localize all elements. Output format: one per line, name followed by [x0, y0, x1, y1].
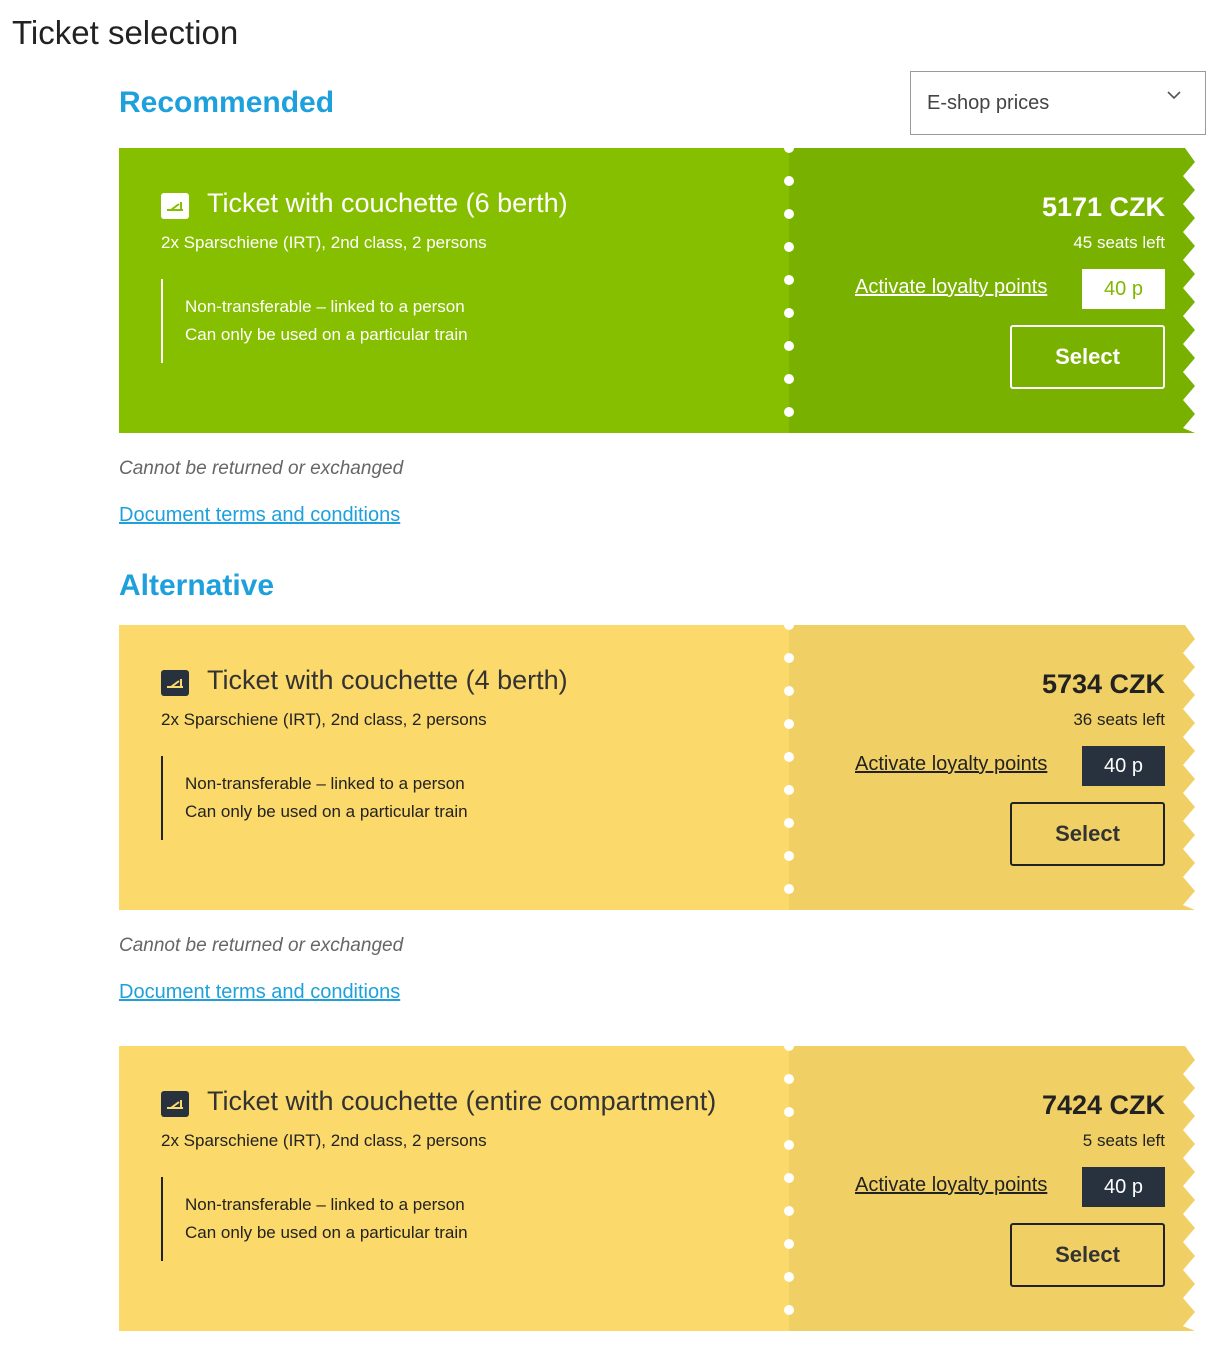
- couchette-icon: [161, 193, 189, 219]
- ticket-name: Ticket with couchette (6 berth): [207, 188, 568, 218]
- ticket-card: Ticket with couchette (entire compartmen…: [119, 1046, 1201, 1331]
- refund-note: Cannot be returned or exchanged: [119, 935, 404, 956]
- ticket-card: Ticket with couchette (6 berth) 2x Spars…: [119, 148, 1201, 433]
- ticket-conditions: Non-transferable – linked to a person Ca…: [161, 756, 468, 840]
- ticket-conditions: Non-transferable – linked to a person Ca…: [161, 1177, 468, 1261]
- loyalty-points-badge[interactable]: 40 p: [1082, 746, 1165, 786]
- seats-left: 5 seats left: [1082, 1131, 1165, 1150]
- ticket-details: 2x Sparschiene (IRT), 2nd class, 2 perso…: [161, 233, 487, 252]
- page-title: Ticket selection: [12, 14, 239, 51]
- document-terms-link[interactable]: Document terms and conditions: [119, 504, 400, 527]
- refund-note: Cannot be returned or exchanged: [119, 458, 404, 479]
- seats-left: 36 seats left: [1073, 710, 1165, 729]
- condition-item: Can only be used on a particular train: [185, 802, 468, 821]
- ticket-price: 5734 CZK: [1041, 669, 1165, 699]
- chevron-down-icon: [1167, 90, 1181, 102]
- document-terms-link[interactable]: Document terms and conditions: [119, 981, 400, 1004]
- loyalty-points-badge[interactable]: 40 p: [1082, 1167, 1165, 1207]
- ticket-name: Ticket with couchette (4 berth): [207, 665, 568, 695]
- select-button[interactable]: Select: [1010, 802, 1165, 866]
- ticket-name: Ticket with couchette (entire compartmen…: [207, 1086, 717, 1116]
- ticket-price: 7424 CZK: [1041, 1090, 1165, 1120]
- couchette-icon: [161, 670, 189, 696]
- condition-item: Can only be used on a particular train: [185, 325, 468, 344]
- ticket-details: 2x Sparschiene (IRT), 2nd class, 2 perso…: [161, 710, 487, 729]
- ticket-conditions: Non-transferable – linked to a person Ca…: [161, 279, 468, 363]
- loyalty-points-badge[interactable]: 40 p: [1082, 269, 1165, 309]
- condition-item: Non-transferable – linked to a person: [185, 1195, 465, 1214]
- condition-item: Non-transferable – linked to a person: [185, 774, 465, 793]
- ticket-card: Ticket with couchette (4 berth) 2x Spars…: [119, 625, 1201, 910]
- section-title-alternative: Alternative: [119, 569, 275, 602]
- activate-loyalty-points-link[interactable]: Activate loyalty points: [855, 276, 1047, 299]
- select-button[interactable]: Select: [1010, 325, 1165, 389]
- ticket-details: 2x Sparschiene (IRT), 2nd class, 2 perso…: [161, 1131, 487, 1150]
- couchette-icon: [161, 1091, 189, 1117]
- select-button[interactable]: Select: [1010, 1223, 1165, 1287]
- condition-item: Non-transferable – linked to a person: [185, 297, 465, 316]
- price-type-value: E-shop prices: [927, 91, 1050, 114]
- activate-loyalty-points-link[interactable]: Activate loyalty points: [855, 753, 1047, 776]
- section-title-recommended: Recommended: [119, 86, 335, 119]
- condition-item: Can only be used on a particular train: [185, 1223, 468, 1242]
- ticket-price: 5171 CZK: [1041, 192, 1165, 222]
- activate-loyalty-points-link[interactable]: Activate loyalty points: [855, 1174, 1047, 1197]
- seats-left: 45 seats left: [1073, 233, 1165, 252]
- price-type-select[interactable]: E-shop prices: [910, 71, 1206, 135]
